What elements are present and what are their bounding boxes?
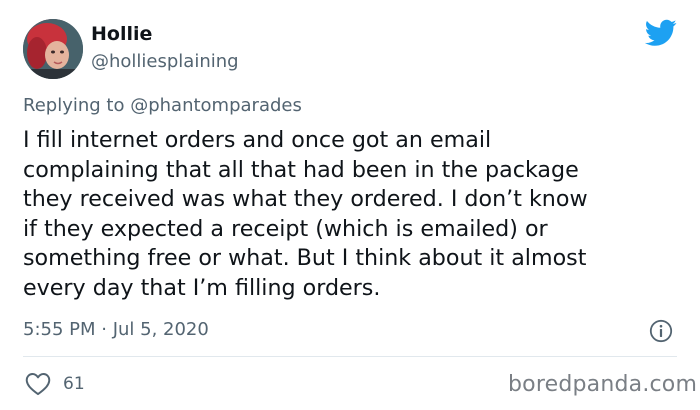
info-icon[interactable] xyxy=(649,319,673,343)
reply-prefix: Replying to xyxy=(23,95,125,116)
reply-to-handle-link[interactable]: @phantomparades xyxy=(130,95,302,116)
twitter-bird-icon[interactable] xyxy=(645,18,677,48)
like-count: 61 xyxy=(63,374,85,394)
tweet-timestamp[interactable]: 5:55 PM · Jul 5, 2020 xyxy=(23,318,209,342)
avatar-image xyxy=(23,19,83,79)
author-name[interactable]: Hollie xyxy=(91,22,152,46)
replying-to-line: Replying to @phantomparades xyxy=(23,94,302,118)
avatar[interactable] xyxy=(23,19,83,79)
author-handle[interactable]: @holliesplaining xyxy=(91,50,239,74)
tweet-text: I fill internet orders and once got an e… xyxy=(23,127,588,301)
divider xyxy=(23,356,677,357)
heart-icon[interactable] xyxy=(25,372,51,396)
watermark: boredpanda.com xyxy=(508,372,698,397)
